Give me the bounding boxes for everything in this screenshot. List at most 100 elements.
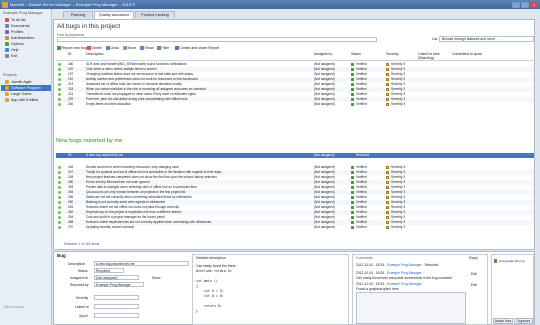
organize-button[interactable]: Organize xyxy=(514,318,533,324)
col-severity[interactable]: Severity xyxy=(386,52,399,57)
selected-row[interactable]: 94 A new bug reported by me (Not assigne… xyxy=(56,153,534,158)
spool-select[interactable] xyxy=(94,313,139,318)
project-app-entities[interactable]: App with Entities xyxy=(5,97,38,103)
folder-icon xyxy=(5,86,9,91)
page-title: All bugs in this project xyxy=(57,23,121,30)
list-label: List xyxy=(432,37,438,41)
bug-icon xyxy=(58,186,61,189)
attachment-name[interactable]: screenshot 01.png xyxy=(499,259,524,263)
bug-list-panel: All bugs in this project Find by keyword… xyxy=(53,19,535,250)
col-linked[interactable]: Linked to task (Standing) xyxy=(418,52,450,61)
move-icon xyxy=(123,46,127,50)
verified-icon xyxy=(351,201,354,204)
severity-icon xyxy=(386,216,389,219)
col-status[interactable]: Status xyxy=(351,52,361,57)
tab-quality-assurance[interactable]: Quality assurance xyxy=(94,11,134,19)
code-line: int main () xyxy=(196,279,218,283)
severity-icon xyxy=(386,181,389,184)
severity-label: Severity xyxy=(76,296,89,300)
severity-icon xyxy=(386,211,389,214)
detailed-description-tab[interactable]: Detailed description xyxy=(196,256,226,260)
profiles-icon xyxy=(5,30,9,35)
bug-icon xyxy=(58,68,61,71)
col-assigned[interactable]: Assigned to xyxy=(314,52,332,57)
verified-icon xyxy=(351,78,354,81)
bug-icon xyxy=(58,196,61,199)
bug-icon xyxy=(58,63,61,66)
code-line: return 0; xyxy=(196,304,222,308)
severity-icon xyxy=(386,98,389,101)
comment-author-link[interactable]: Example Prog Manager xyxy=(387,263,422,267)
severity-icon xyxy=(386,166,389,169)
filter-button[interactable]: Filter xyxy=(157,45,170,51)
delete-icon xyxy=(87,46,91,50)
show-link[interactable]: Show xyxy=(152,276,160,280)
move-button[interactable]: Move xyxy=(123,45,136,51)
show-button[interactable]: Show xyxy=(140,45,154,51)
folder-icon xyxy=(5,92,9,97)
search-input[interactable] xyxy=(57,37,377,42)
severity-icon xyxy=(386,73,389,76)
status-select[interactable]: Resolved xyxy=(94,268,124,273)
todo-icon xyxy=(5,18,9,23)
reply-button[interactable]: Reply xyxy=(469,256,478,260)
undo-button[interactable]: Undo xyxy=(106,45,119,51)
code-line: int b = 0; xyxy=(196,294,224,298)
bug-detail-panel: Bug Description A new bug reported by me… xyxy=(53,251,535,325)
bug-icon xyxy=(58,88,61,91)
verified-icon xyxy=(351,103,354,106)
bug-icon xyxy=(58,98,61,101)
delete-button[interactable]: Delete xyxy=(87,45,102,51)
report-bug-button[interactable]: Report new bug xyxy=(57,45,87,51)
sidebar-item-exit[interactable]: Exit xyxy=(5,53,17,59)
assigned-select[interactable]: (Not assigned) xyxy=(94,275,139,280)
description-field[interactable]: A new bug reported by me xyxy=(94,261,189,266)
verified-icon xyxy=(351,93,354,96)
comment-2-text: Can easily found here and paste screensh… xyxy=(356,275,453,280)
severity-icon xyxy=(386,88,389,91)
verified-icon xyxy=(351,63,354,66)
verified-icon xyxy=(351,221,354,224)
list-select[interactable]: Browse through statuses and more... xyxy=(439,36,534,42)
screenshot-thumbnail[interactable] xyxy=(356,292,466,324)
folder-icon xyxy=(5,80,9,85)
administration-icon xyxy=(5,36,9,41)
maximize-button[interactable]: □ xyxy=(521,1,529,8)
detail-text[interactable]: Can easily found the there xyxy=(196,264,236,268)
group-header-my-bugs[interactable]: New bugs reported by me xyxy=(56,138,534,144)
severity-icon xyxy=(386,83,389,86)
minimize-button[interactable]: – xyxy=(512,1,520,8)
linked-select[interactable] xyxy=(94,304,139,309)
comment-author-link[interactable]: Example Prog Manager xyxy=(387,271,422,275)
comments-panel: Comments Reply 2012-10-04 - 15:25 - Exam… xyxy=(352,254,488,325)
bug-icon xyxy=(58,83,61,86)
attachments-panel: screenshot 01.png Attach files Organize xyxy=(491,254,534,325)
close-button[interactable]: × xyxy=(530,1,538,8)
bug-icon xyxy=(58,201,61,204)
tab-planning[interactable]: Planning xyxy=(63,11,93,18)
verified-icon xyxy=(351,181,354,184)
edit-button[interactable]: Edit xyxy=(471,272,477,276)
comment-author-link[interactable]: Example Prog Manager xyxy=(387,282,422,286)
verified-icon xyxy=(351,68,354,71)
edit-button[interactable]: Edit xyxy=(471,283,477,287)
bug-icon xyxy=(58,93,61,96)
severity-icon xyxy=(386,78,389,81)
report-button[interactable]: Create and share Report xyxy=(175,45,219,51)
col-id[interactable]: ID xyxy=(68,52,72,57)
bug-icon xyxy=(58,171,61,174)
attach-files-button[interactable]: Attach files xyxy=(493,318,513,324)
tab-product-tracking[interactable]: Product tracking xyxy=(135,11,175,18)
projects-label: Projects xyxy=(3,73,17,77)
severity-select[interactable] xyxy=(94,295,139,300)
col-description[interactable]: Description xyxy=(86,52,104,57)
table-row[interactable]: 240 Empty items and item allocation (Not a… xyxy=(56,102,534,107)
eye-icon xyxy=(140,46,144,50)
verified-icon xyxy=(351,171,354,174)
col-spool[interactable]: Committed to spool xyxy=(452,52,484,57)
table-row[interactable]: 270 Updating recently moved scenario (Not … xyxy=(56,225,534,230)
report-icon xyxy=(175,46,179,50)
reported-label: Reported by xyxy=(70,283,89,287)
verified-icon xyxy=(351,186,354,189)
severity-icon xyxy=(386,226,389,229)
